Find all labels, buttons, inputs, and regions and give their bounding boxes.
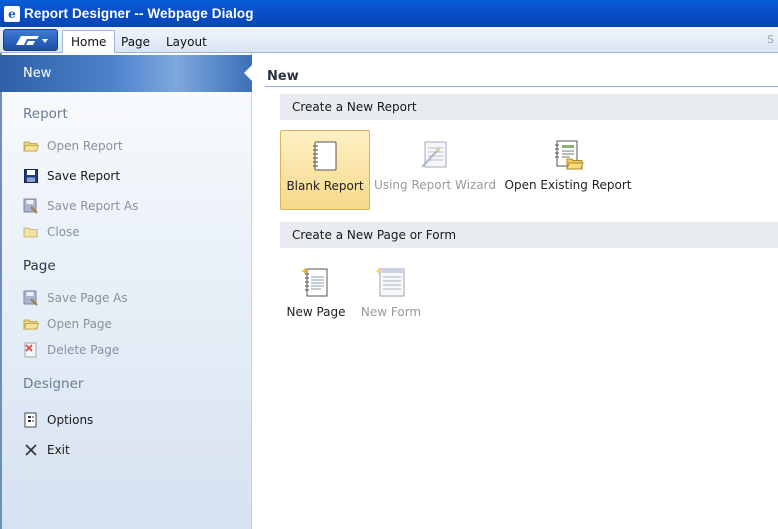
- section-header-page: Page: [23, 258, 56, 274]
- sidebar-item-save-page-as[interactable]: Save Page As: [23, 289, 128, 307]
- page-title: New: [267, 69, 299, 84]
- sidebar-item-open-report[interactable]: Open Report: [23, 137, 123, 155]
- sidebar-item-options[interactable]: Options: [23, 411, 93, 429]
- ie-page-icon: e: [4, 5, 20, 22]
- folder-open-icon: [23, 138, 39, 154]
- blank-report-icon: [308, 139, 342, 173]
- backstage-sidebar: New Report Open Report Save Report Save …: [0, 53, 252, 529]
- blank-report-tile[interactable]: Blank Report: [280, 130, 370, 210]
- selection-arrow-icon: [244, 65, 252, 81]
- group-header-new-page: Create a New Page or Form: [280, 222, 778, 248]
- new-page-icon: [299, 265, 333, 299]
- sidebar-item-save-report-as[interactable]: Save Report As: [23, 197, 138, 215]
- new-form-icon: [374, 265, 408, 299]
- main-panel: New Create a New Report Blank Report Usi…: [253, 53, 778, 529]
- sidebar-item-save-report[interactable]: Save Report: [23, 167, 120, 185]
- folder-close-icon: [23, 224, 39, 240]
- section-header-report: Report: [23, 106, 68, 122]
- tab-page[interactable]: Page: [113, 30, 158, 53]
- report-designer-logo-icon: [15, 36, 48, 45]
- close-x-icon: [23, 442, 39, 458]
- options-icon: [23, 412, 39, 428]
- sidebar-item-exit[interactable]: Exit: [23, 441, 70, 459]
- delete-page-icon: [23, 342, 39, 358]
- save-as-icon: [23, 290, 39, 306]
- report-wizard-icon: [418, 138, 452, 172]
- application-menu-button[interactable]: [3, 29, 58, 51]
- floppy-disk-icon: [23, 168, 39, 184]
- tab-layout[interactable]: Layout: [158, 30, 215, 53]
- title-bar: e Report Designer -- Webpage Dialog: [0, 0, 778, 27]
- group-header-new-report: Create a New Report: [280, 94, 778, 120]
- sidebar-item-new[interactable]: New: [0, 55, 252, 92]
- save-as-icon: [23, 198, 39, 214]
- sidebar-item-close[interactable]: Close: [23, 223, 80, 241]
- sidebar-item-label: New: [23, 66, 52, 81]
- window-title: Report Designer -- Webpage Dialog: [24, 6, 254, 21]
- sidebar-item-open-page[interactable]: Open Page: [23, 315, 112, 333]
- ribbon-tab-bar: Home Page Layout S: [0, 27, 778, 53]
- title-divider: [265, 86, 778, 87]
- new-form-tile[interactable]: New Form: [357, 265, 425, 325]
- open-existing-report-tile[interactable]: Open Existing Report: [505, 138, 632, 210]
- folder-open-icon: [23, 316, 39, 332]
- new-page-tile[interactable]: New Page: [284, 265, 348, 325]
- sidebar-item-delete-page[interactable]: Delete Page: [23, 341, 119, 359]
- ribbon-right-label: S: [767, 33, 774, 46]
- tab-home[interactable]: Home: [62, 30, 116, 53]
- section-header-designer: Designer: [23, 376, 84, 392]
- report-wizard-tile[interactable]: Using Report Wizard: [374, 138, 496, 210]
- open-report-icon: [551, 138, 585, 172]
